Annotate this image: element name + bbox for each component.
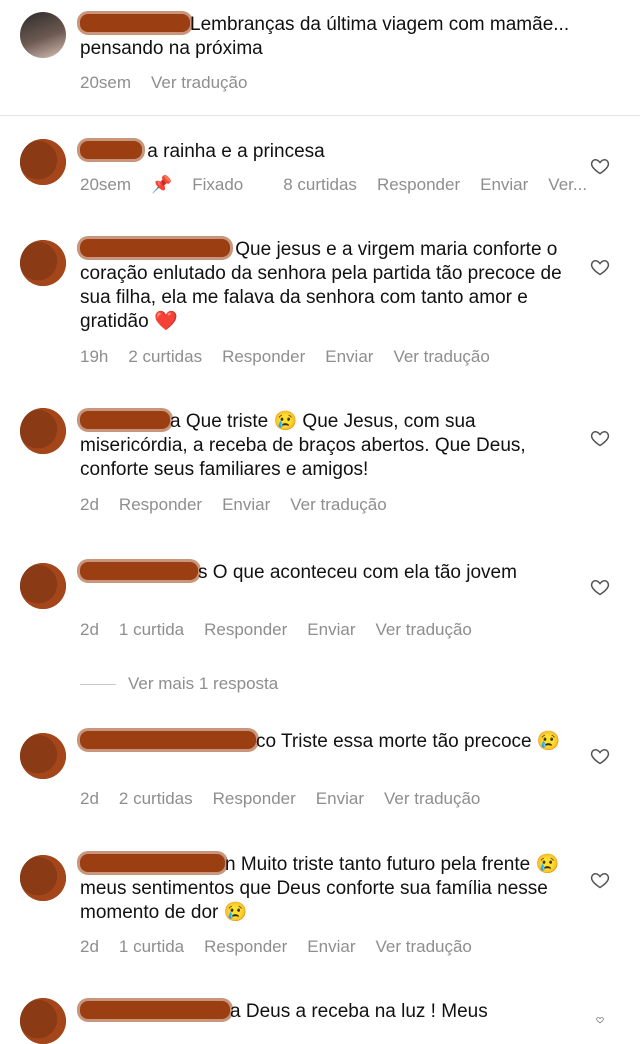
heart-outline-icon[interactable] [590, 1016, 610, 1024]
send-button[interactable]: Enviar [307, 937, 355, 957]
avatar[interactable] [20, 240, 66, 286]
translate-link[interactable]: Ver tradução [375, 620, 471, 640]
avatar[interactable] [20, 998, 66, 1044]
comment-meta: 2d 1 curtida Responder Enviar Ver traduç… [80, 620, 492, 640]
divider [80, 683, 116, 685]
heart-outline-icon[interactable] [590, 156, 610, 176]
redacted-username [80, 141, 142, 159]
reply-button[interactable]: Responder [119, 495, 202, 515]
reply-button[interactable]: Responder [213, 789, 296, 809]
avatar[interactable] [20, 855, 66, 901]
view-more-replies-button[interactable]: Ver mais 1 resposta [80, 674, 278, 694]
avatar[interactable] [20, 139, 66, 185]
send-button[interactable]: Enviar [480, 175, 528, 195]
comment-meta: 20sem 📌 Fixado 8 curtidas Responder Envia… [80, 175, 607, 195]
heart-outline-icon[interactable] [590, 428, 610, 448]
reply-button[interactable]: Responder [204, 620, 287, 640]
avatar[interactable] [20, 12, 66, 58]
send-button[interactable]: Enviar [222, 495, 270, 515]
pin-icon: 📌 [151, 175, 173, 194]
comment-time: 20sem [80, 175, 132, 194]
reply-button[interactable]: Responder [204, 937, 287, 957]
caption-meta: 20sem Ver tradução [80, 73, 267, 93]
likes-count[interactable]: 1 curtida [119, 937, 184, 957]
divider [0, 115, 640, 116]
reply-button[interactable]: Responder [377, 175, 460, 195]
pinned-label: 📌 Fixado [151, 175, 244, 194]
avatar[interactable] [20, 408, 66, 454]
reply-button[interactable]: Responder [222, 347, 305, 367]
heart-outline-icon[interactable] [590, 257, 610, 277]
heart-outline-icon[interactable] [590, 870, 610, 890]
redacted-username [80, 731, 256, 749]
translate-link[interactable]: Ver tradução [151, 73, 247, 93]
translate-link[interactable]: Ver tradução [384, 789, 480, 809]
comment-meta: 19h 2 curtidas Responder Enviar Ver trad… [80, 347, 510, 367]
comment-time: 2d [80, 937, 99, 956]
caption-time: 20sem [80, 73, 132, 92]
send-button[interactable]: Enviar [316, 789, 364, 809]
heart-outline-icon[interactable] [590, 577, 610, 597]
send-button[interactable]: Enviar [307, 620, 355, 640]
comment-meta: 2d 2 curtidas Responder Enviar Ver tradu… [80, 789, 500, 809]
likes-count[interactable]: 2 curtidas [119, 789, 193, 809]
comment-time: 2d [80, 789, 99, 808]
comment-text: a Deus a receba na luz ! Meus [80, 1000, 585, 1024]
comment-time: 2d [80, 495, 99, 514]
redacted-username [80, 239, 230, 257]
comment-meta: 2d 1 curtida Responder Enviar Ver traduç… [80, 937, 492, 957]
comment-text: a rainha e a princesa [80, 140, 585, 164]
translate-link[interactable]: Ver tradução [393, 347, 489, 367]
translate-link[interactable]: Ver tradução [290, 495, 386, 515]
comment-text: co Triste essa morte tão precoce 😢 [80, 730, 585, 754]
comment-time: 2d [80, 620, 99, 639]
avatar[interactable] [20, 733, 66, 779]
send-button[interactable]: Enviar [325, 347, 373, 367]
translate-link[interactable]: Ver... [548, 175, 587, 195]
heart-outline-icon[interactable] [590, 746, 610, 766]
redacted-username [80, 562, 198, 580]
likes-count[interactable]: 8 curtidas [283, 175, 357, 195]
comment-text: n Muito triste tanto futuro pela frente … [80, 854, 560, 923]
comment-text: Que jesus e a virgem maria conforte o co… [80, 239, 562, 332]
likes-count[interactable]: 2 curtidas [128, 347, 202, 367]
likes-count[interactable]: 1 curtida [119, 620, 184, 640]
comment-text: s O que aconteceu com ela tão jovem [80, 561, 585, 585]
comment-meta: 2d Responder Enviar Ver tradução [80, 495, 407, 515]
avatar[interactable] [20, 563, 66, 609]
redacted-username [80, 1001, 230, 1019]
redacted-username [80, 854, 225, 872]
redacted-username [80, 411, 170, 429]
translate-link[interactable]: Ver tradução [375, 937, 471, 957]
redacted-username [80, 14, 190, 32]
comment-text: a Que triste 😢 Que Jesus, com sua miseri… [80, 411, 526, 480]
caption-text: Lembranças da última viagem com mamãe...… [80, 14, 570, 59]
view-more-replies-label: Ver mais 1 resposta [128, 674, 279, 693]
comment-time: 19h [80, 347, 109, 366]
